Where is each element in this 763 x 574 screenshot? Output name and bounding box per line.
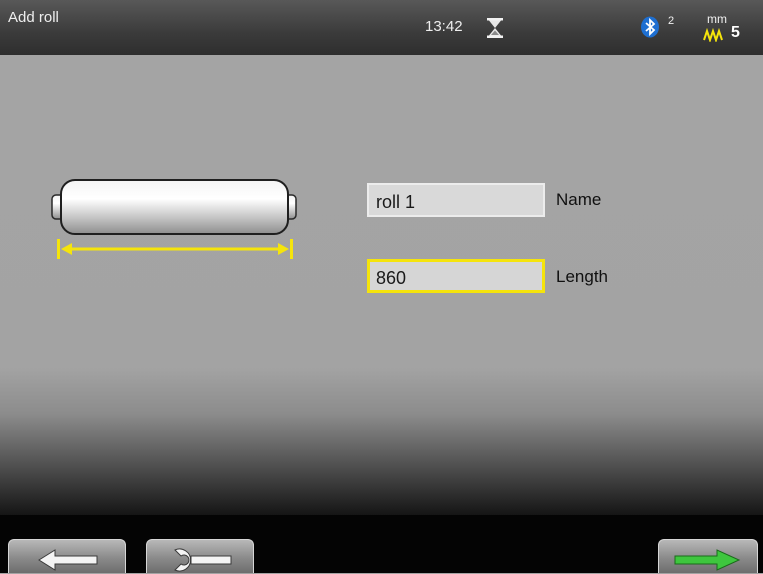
filter-value: 5 [731, 24, 740, 41]
back-button[interactable] [8, 539, 126, 573]
bluetooth-count: 2 [668, 15, 675, 27]
name-label: Name [556, 190, 602, 209]
wrench-icon [174, 548, 232, 572]
hourglass-icon [487, 18, 503, 38]
roll-length-icon [51, 179, 297, 259]
length-label: Length [556, 267, 608, 286]
settings-button[interactable] [146, 539, 254, 573]
status-bar: Add roll 13:42 2 mm 5 [0, 0, 763, 55]
filter-wave-icon [703, 28, 723, 42]
roll-name-input[interactable]: roll 1 [367, 183, 545, 217]
next-button[interactable] [658, 539, 758, 573]
clock: 13:42 [425, 18, 463, 35]
roll-length-input[interactable]: 860 [367, 259, 545, 293]
arrow-right-icon [674, 549, 741, 571]
arrow-left-icon [38, 549, 98, 571]
page-title: Add roll [8, 9, 59, 26]
unit-label: mm [707, 12, 727, 26]
bluetooth-icon [641, 16, 659, 38]
